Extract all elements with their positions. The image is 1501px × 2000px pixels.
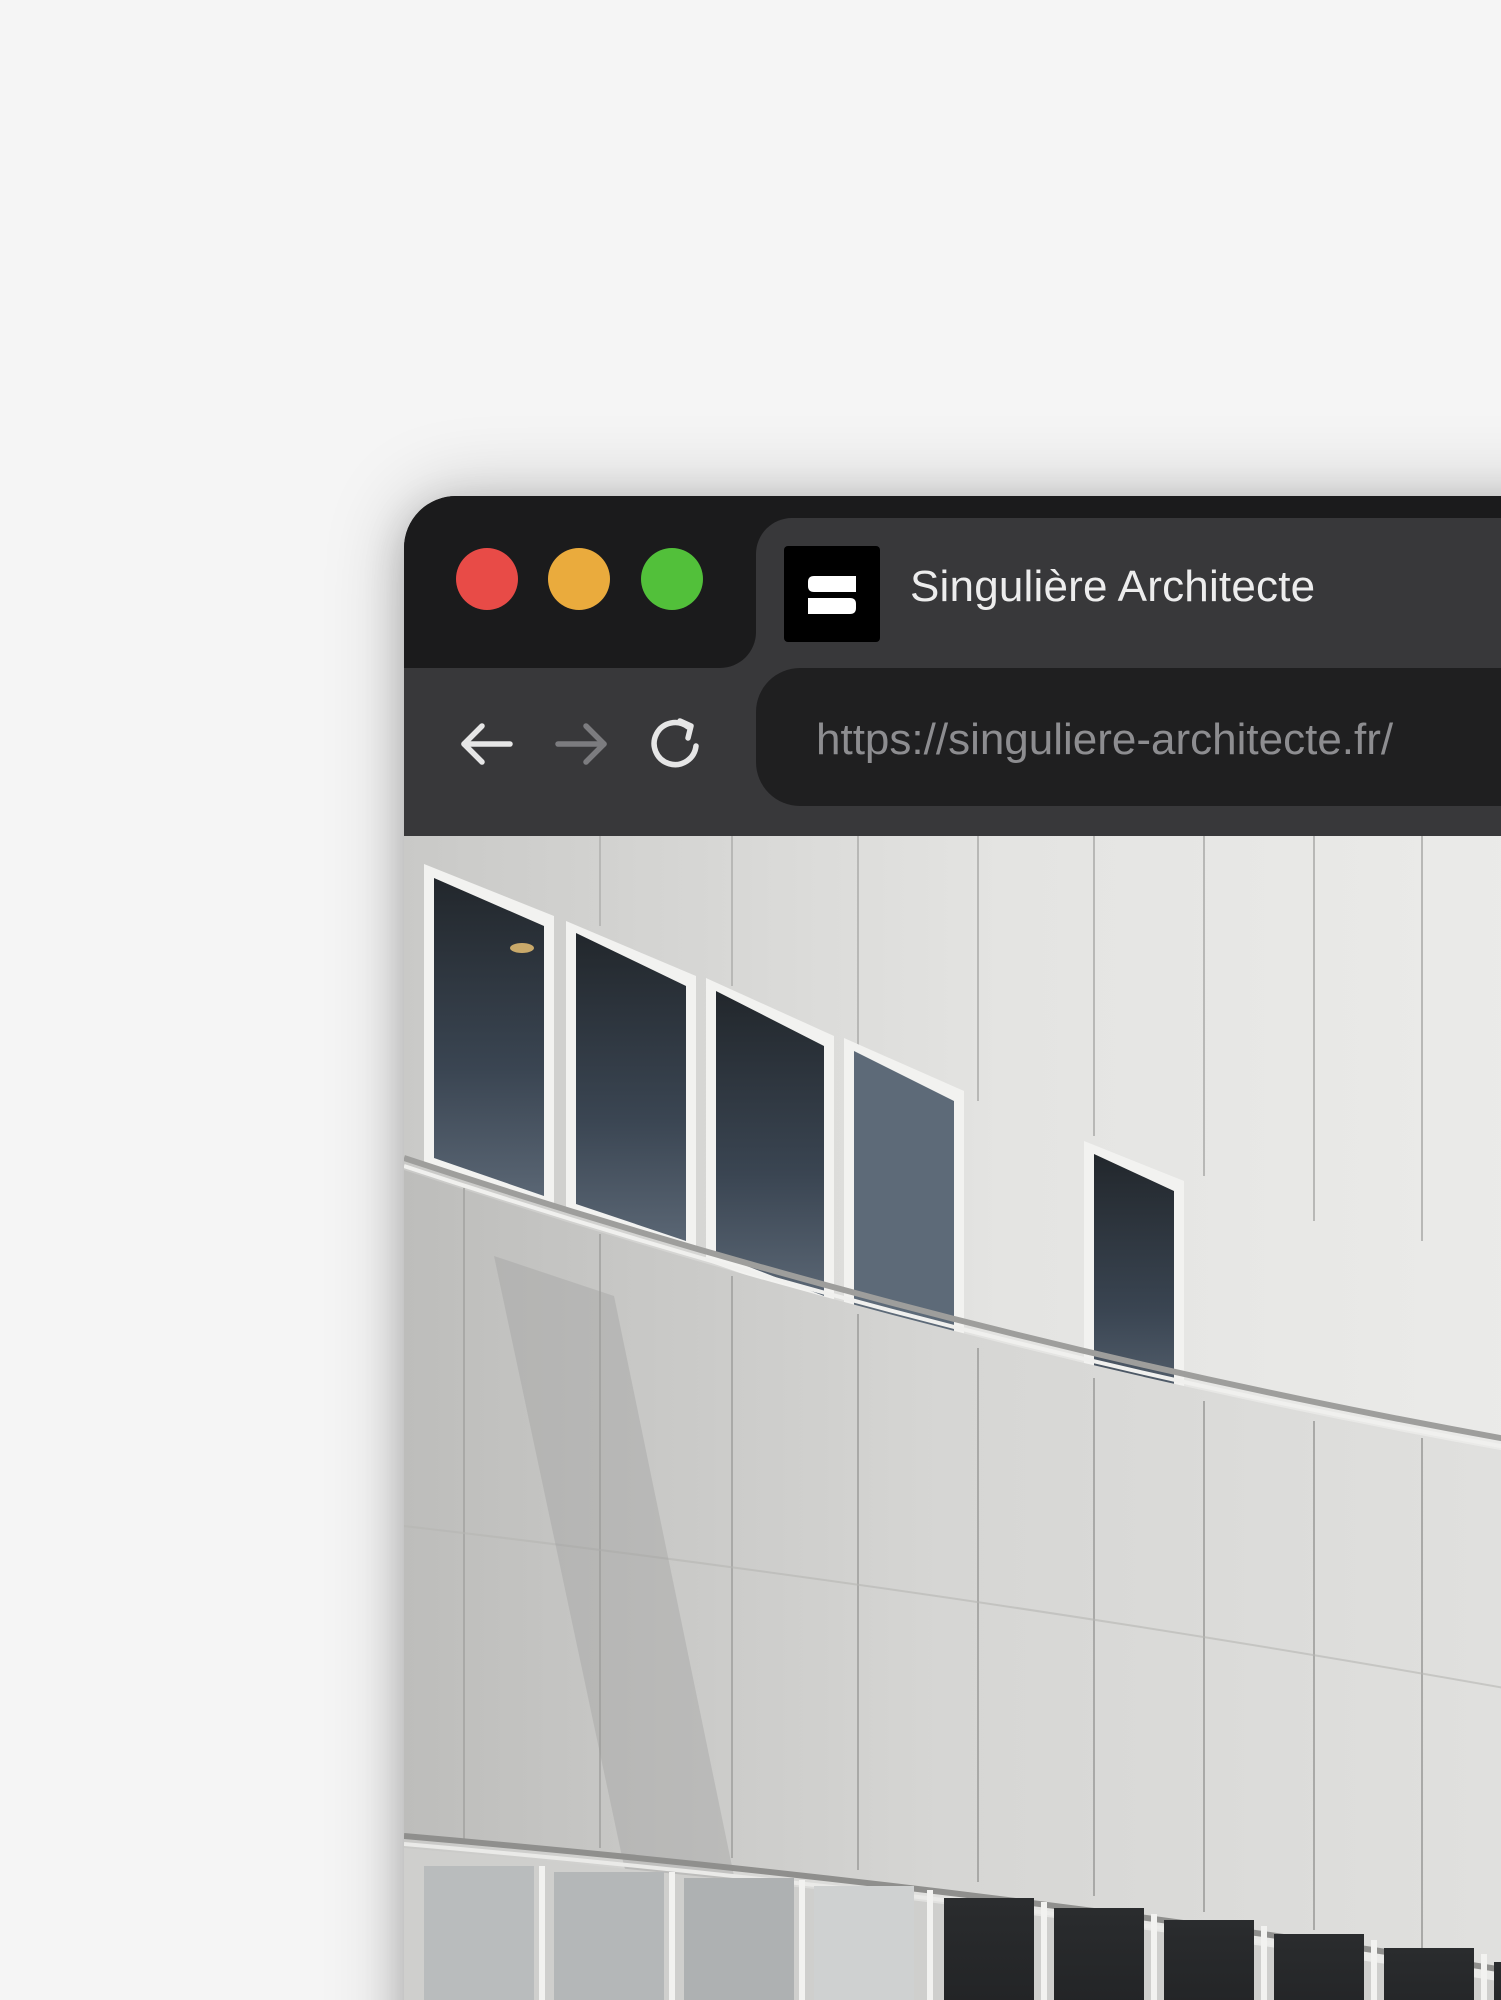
title-bar: Singulière Architecte: [404, 496, 1501, 671]
logo-s-icon: [784, 546, 880, 642]
hero-image: [404, 836, 1501, 2000]
reload-icon[interactable]: [644, 712, 708, 776]
arrow-left-icon[interactable]: [454, 712, 518, 776]
tab-title: Singulière Architecte: [910, 562, 1316, 611]
minimize-window-button[interactable]: [548, 548, 610, 610]
address-bar-url: https://singuliere-architecte.fr/: [816, 715, 1394, 764]
browser-window: Singulière Architecte https://singuliere…: [404, 496, 1501, 2000]
browser-toolbar: https://singuliere-architecte.fr/: [404, 668, 1501, 836]
page-background: Singulière Architecte https://singuliere…: [0, 0, 1501, 2000]
tab-corner: [704, 616, 756, 668]
arrow-right-icon[interactable]: [550, 712, 614, 776]
close-window-button[interactable]: [456, 548, 518, 610]
maximize-window-button[interactable]: [641, 548, 703, 610]
